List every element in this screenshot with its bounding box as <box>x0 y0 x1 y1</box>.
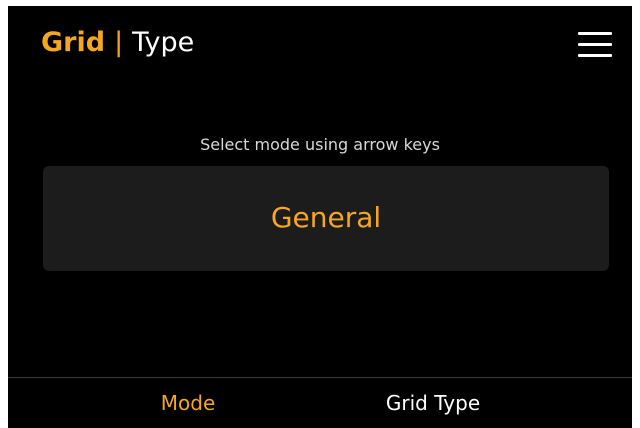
hamburger-menu-icon[interactable] <box>578 30 612 58</box>
tab-grid-type[interactable]: Grid Type <box>368 389 498 417</box>
menu-line <box>578 54 612 57</box>
mode-selector[interactable]: General <box>43 166 609 271</box>
selected-mode-value: General <box>270 201 382 234</box>
mode-hint: Select mode using arrow keys <box>200 135 440 154</box>
title-separator: | <box>114 27 124 58</box>
title-secondary: Type <box>132 27 195 58</box>
tab-mode[interactable]: Mode <box>138 389 238 417</box>
page-title: Grid | Type <box>41 24 194 62</box>
menu-line <box>578 32 612 35</box>
footer-tab-bar: Mode Grid Type <box>8 377 632 428</box>
header: Grid | Type <box>8 6 632 86</box>
screen: Grid | Type Select mode using arrow keys G… <box>8 6 632 428</box>
menu-line <box>578 43 612 46</box>
title-primary: Grid <box>41 27 106 58</box>
